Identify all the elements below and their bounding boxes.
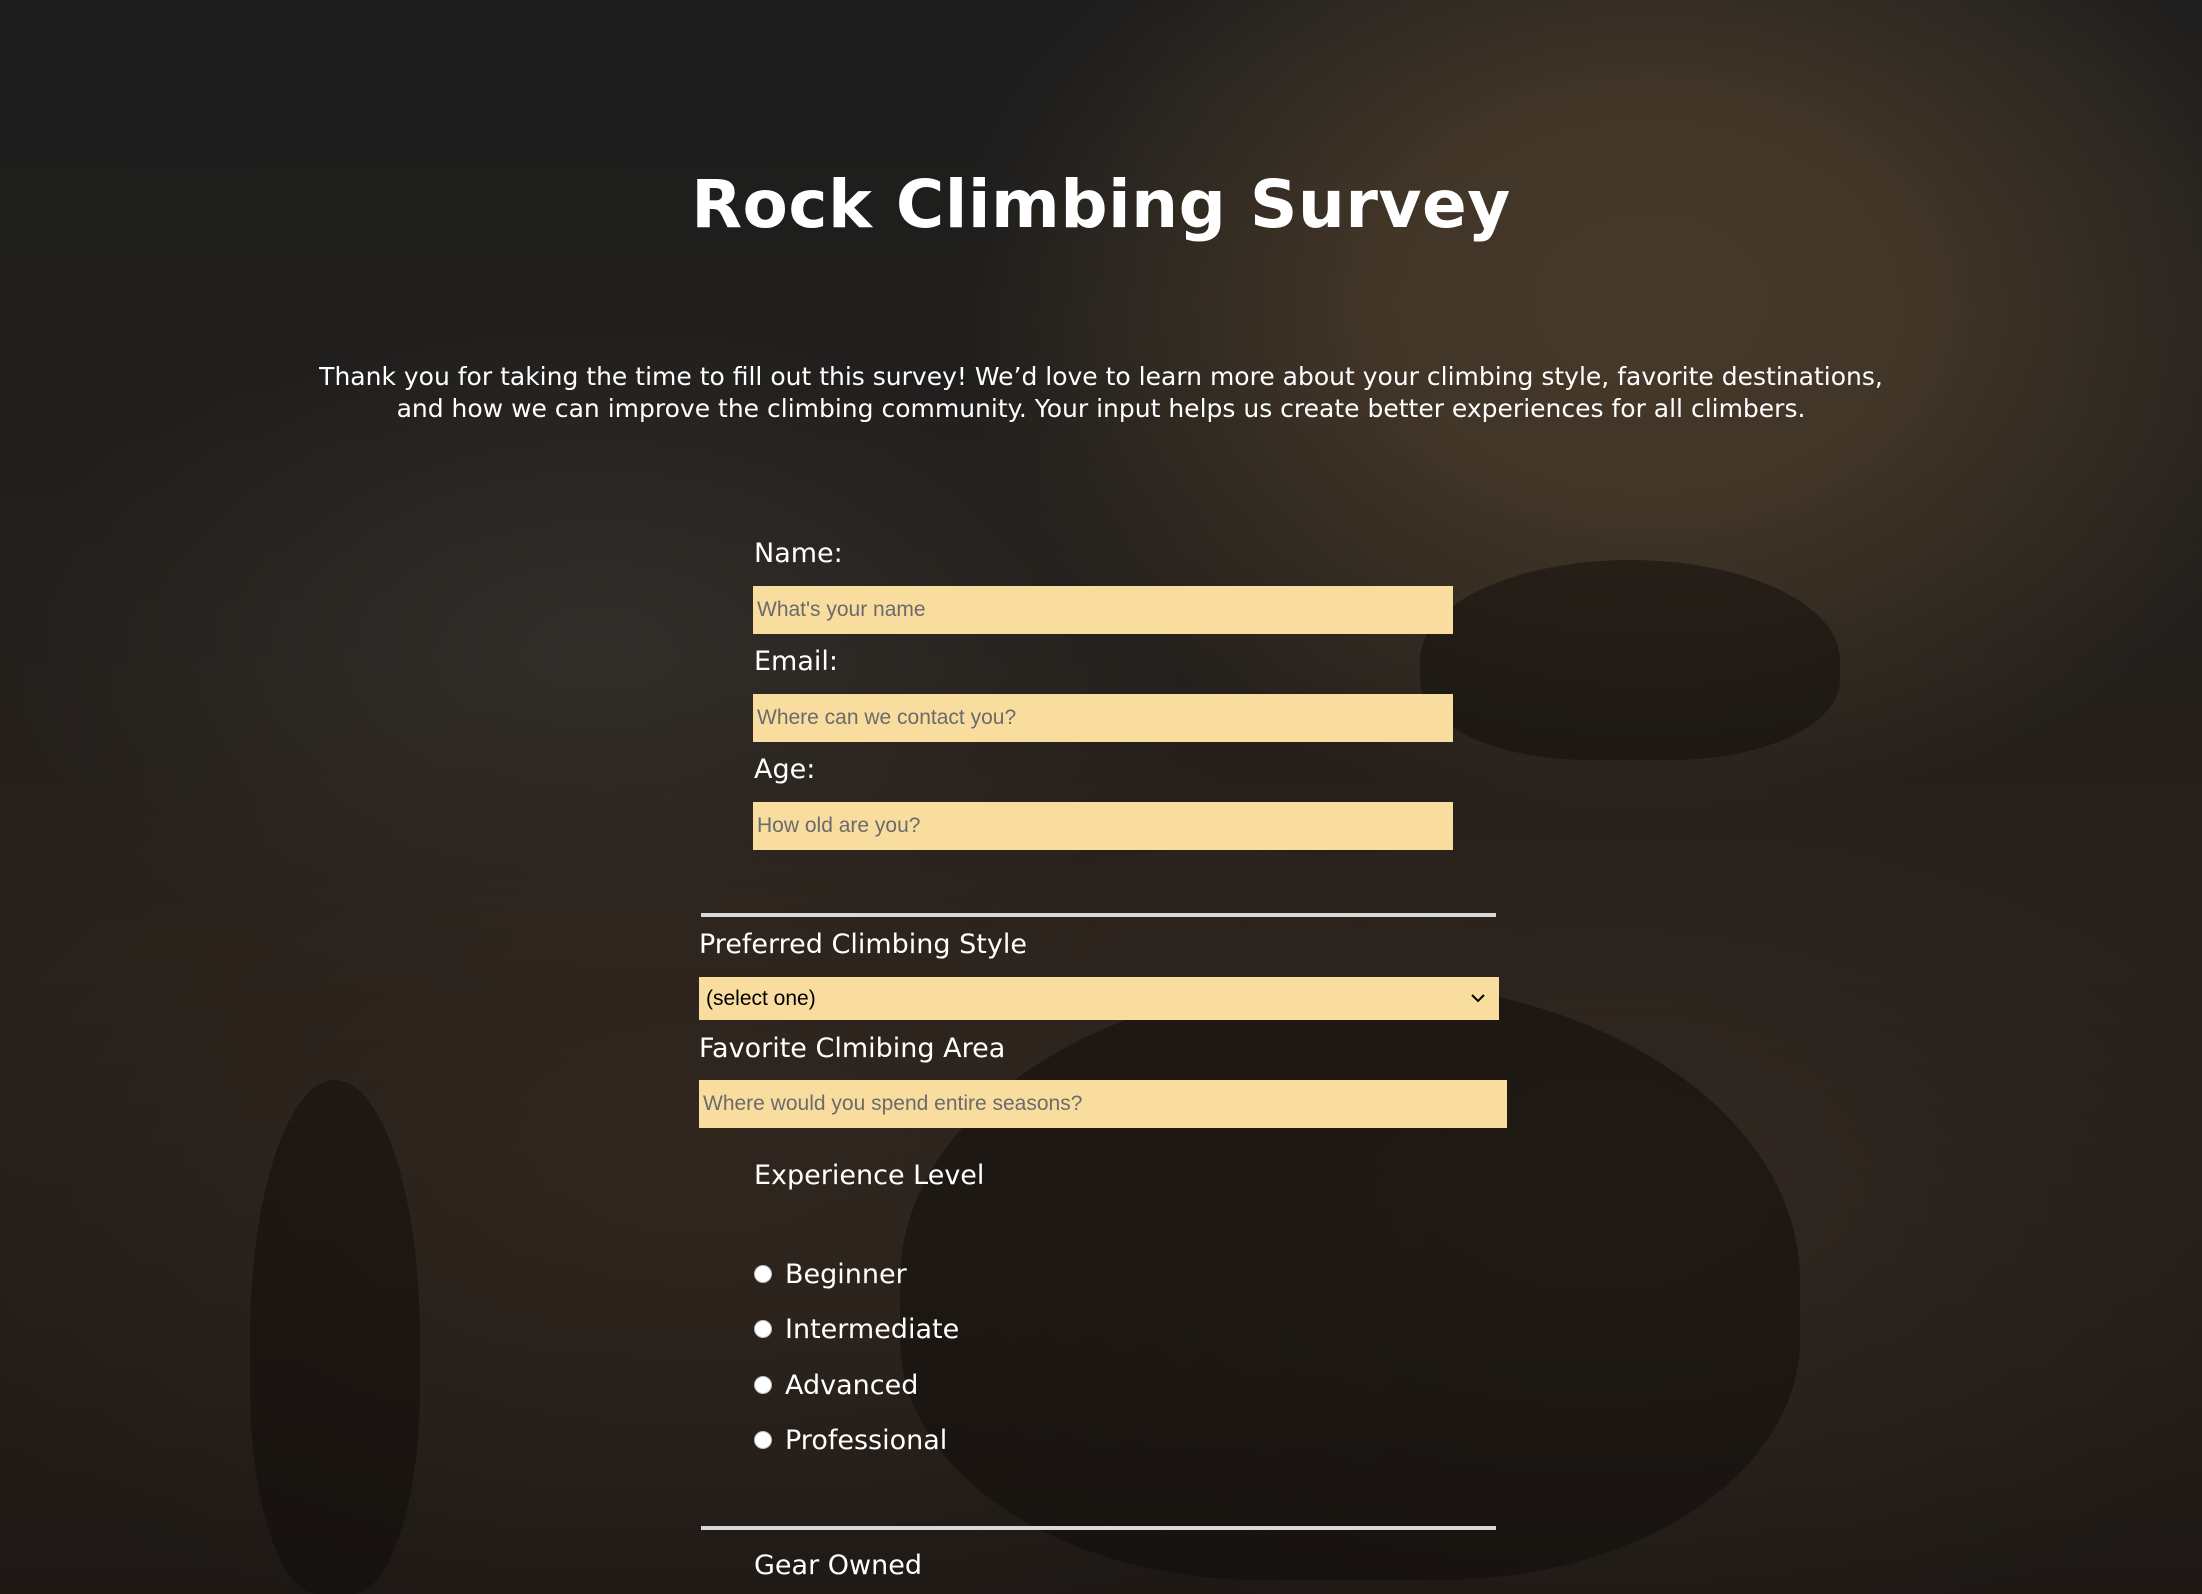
experience-option-professional[interactable]: Professional (754, 1422, 947, 1458)
survey-page: Rock Climbing Survey Thank you for takin… (0, 0, 2202, 1594)
radio-label: Intermediate (785, 1313, 960, 1345)
email-input[interactable] (753, 694, 1453, 742)
radio-button[interactable] (754, 1265, 772, 1283)
page-title: Rock Climbing Survey (691, 166, 1511, 243)
gear-owned-label: Gear Owned (754, 1550, 922, 1581)
climbing-style-label: Preferred Climbing Style (699, 929, 1027, 960)
favorite-area-input[interactable] (699, 1080, 1507, 1128)
section-divider (701, 1526, 1496, 1530)
chevron-down-icon (1471, 994, 1485, 1003)
experience-level-label: Experience Level (754, 1160, 985, 1191)
favorite-area-label: Favorite Clmibing Area (699, 1033, 1006, 1064)
radio-button[interactable] (754, 1376, 772, 1394)
age-input[interactable] (753, 802, 1453, 850)
name-label: Name: (754, 538, 843, 569)
radio-label: Beginner (785, 1258, 907, 1290)
page-description: Thank you for taking the time to fill ou… (319, 362, 1883, 423)
climbing-style-select[interactable]: (select one) (699, 977, 1499, 1020)
experience-option-advanced[interactable]: Advanced (754, 1367, 918, 1403)
radio-label: Professional (785, 1424, 948, 1456)
name-input[interactable] (753, 586, 1453, 634)
experience-option-beginner[interactable]: Beginner (754, 1256, 907, 1292)
radio-label: Advanced (785, 1369, 919, 1401)
age-label: Age: (754, 754, 816, 785)
email-label: Email: (754, 646, 839, 677)
radio-button[interactable] (754, 1320, 772, 1338)
experience-option-intermediate[interactable]: Intermediate (754, 1311, 959, 1347)
section-divider (701, 913, 1496, 917)
climbing-style-selected-value: (select one) (706, 987, 816, 1010)
radio-button[interactable] (754, 1431, 772, 1449)
